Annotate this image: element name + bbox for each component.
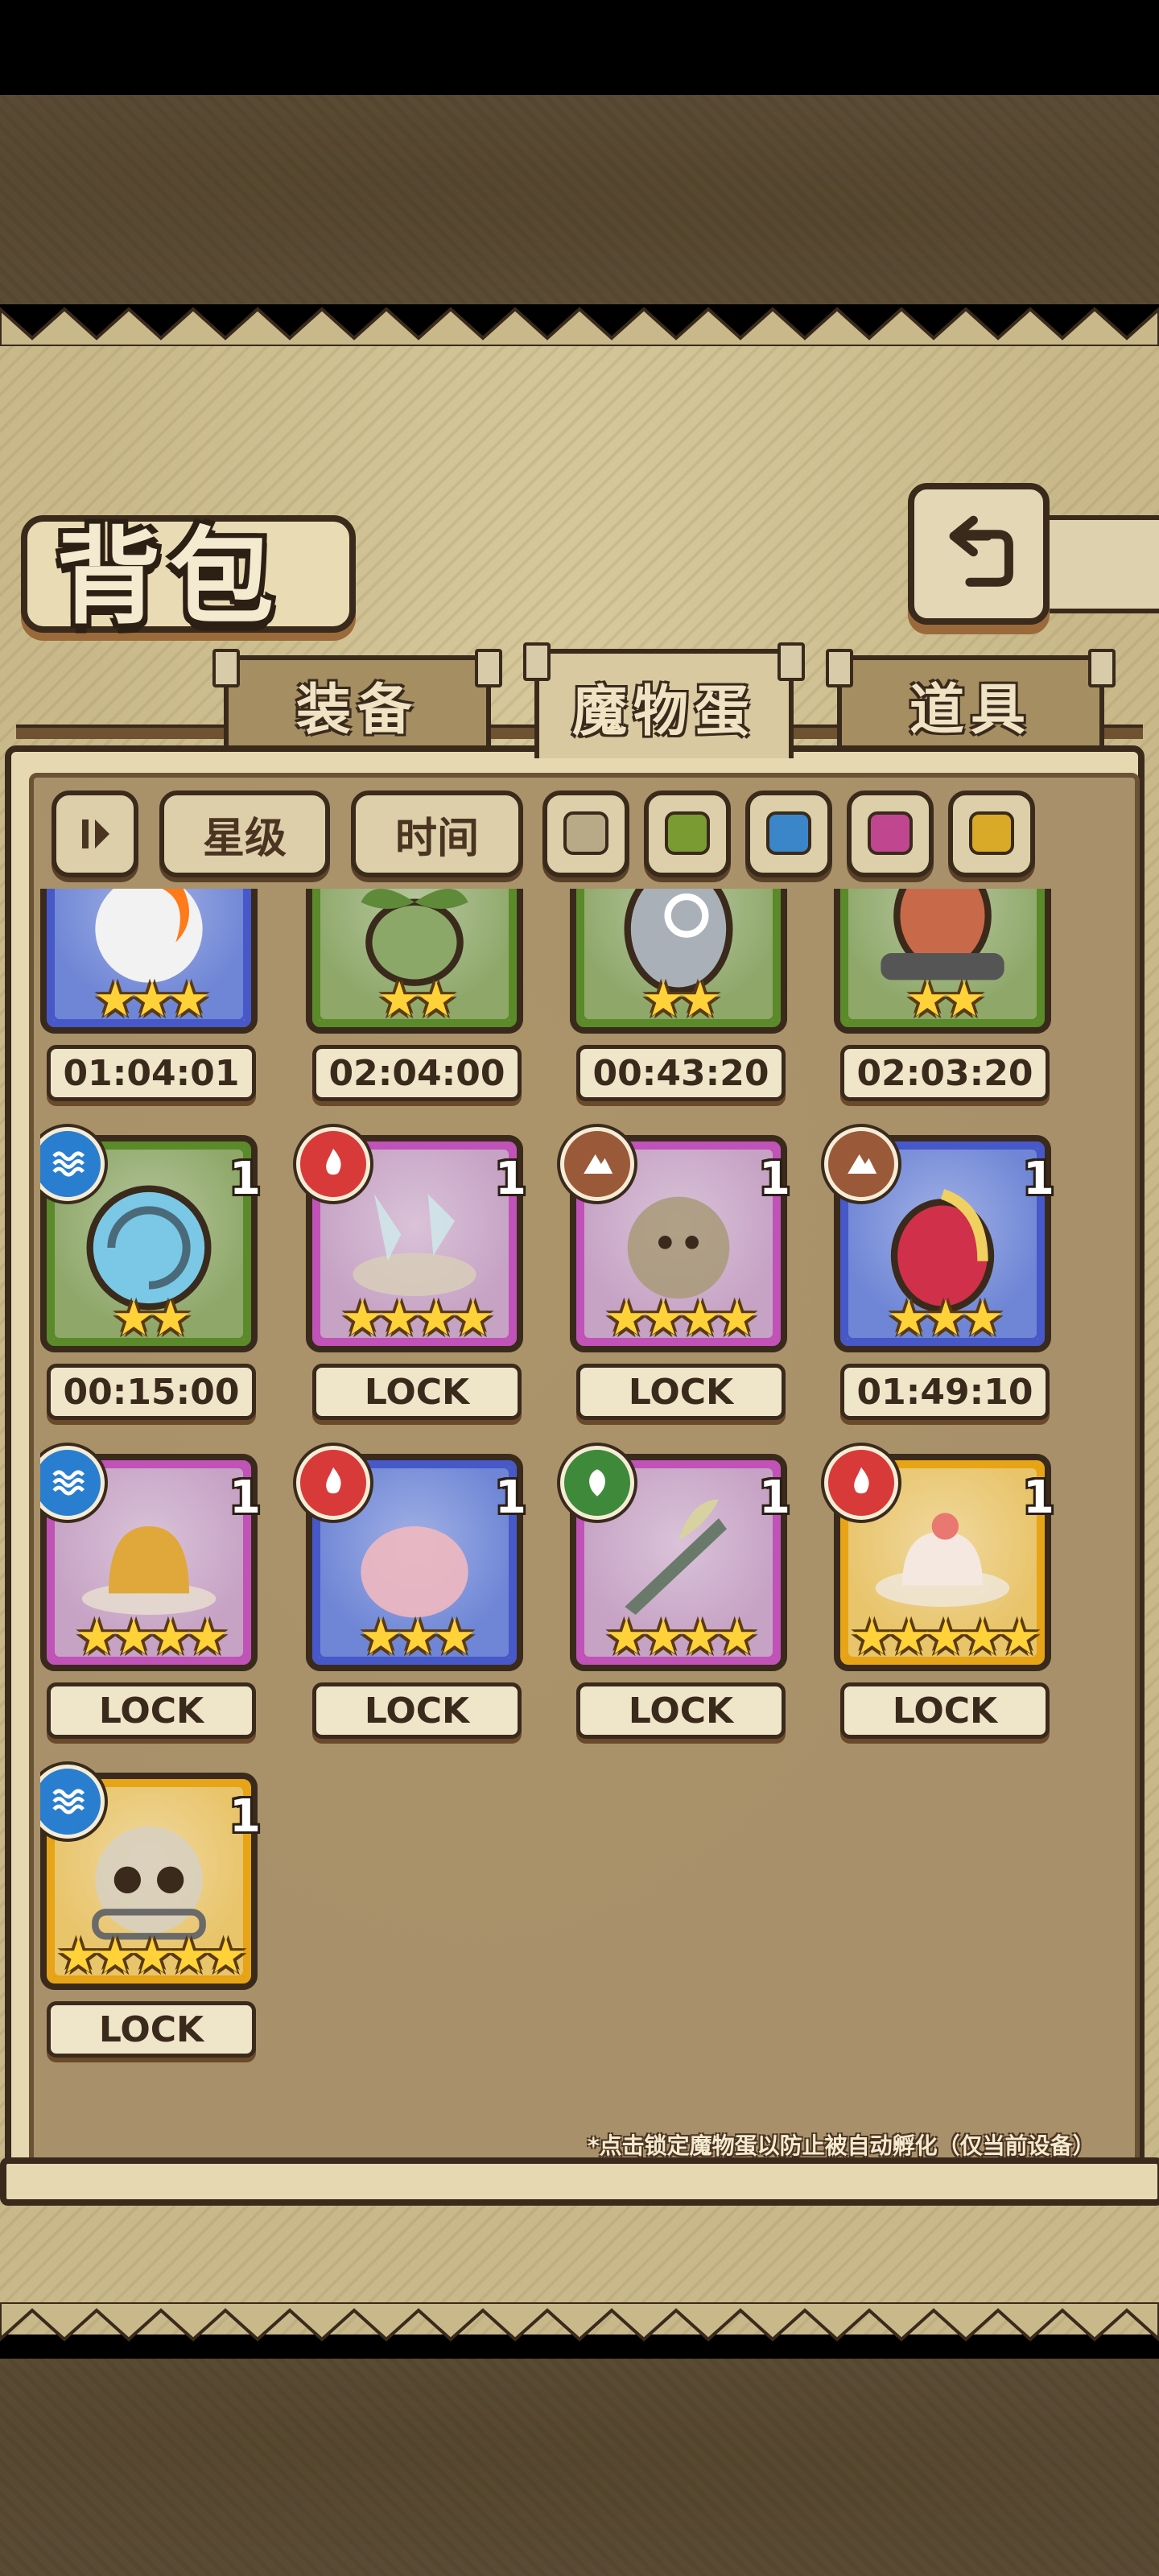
lock-label[interactable]: LOCK xyxy=(840,1682,1050,1739)
lock-label[interactable]: LOCK xyxy=(576,1364,786,1420)
lock-label[interactable]: LOCK xyxy=(47,2001,256,2058)
egg-card[interactable]: 1 ★★★ LOCK xyxy=(296,1446,547,1744)
sort-toggle-icon xyxy=(82,819,109,848)
egg-card[interactable]: 1 ★★★ 01:49:10 xyxy=(824,1127,1075,1425)
filter-time-label: 时间 xyxy=(394,814,479,863)
egg-card[interactable]: ★★★ 01:04:01 xyxy=(40,889,282,1106)
egg-card[interactable]: 1 ★★★★ LOCK xyxy=(40,1446,282,1744)
star-rating: ★★★★ xyxy=(604,1609,758,1666)
star-rating: ★★ xyxy=(905,972,986,1028)
lock-label[interactable]: LOCK xyxy=(312,1682,522,1739)
hatch-timer[interactable]: 02:04:00 xyxy=(312,1045,522,1101)
egg-count: 1 xyxy=(229,1472,261,1524)
hatch-timer[interactable]: 00:43:20 xyxy=(576,1045,786,1101)
filter-color-gold[interactable] xyxy=(948,791,1035,877)
egg-count: 1 xyxy=(1023,1153,1054,1205)
filter-stars-label: 星级 xyxy=(202,814,287,863)
lock-label[interactable]: LOCK xyxy=(312,1364,522,1420)
tab-label: 装备 xyxy=(295,678,419,742)
egg-grid: ★★★ 01:04:01 1 ★★ 02:04:00 1 ★★ 00:43:20 1 ★★ 02:0… xyxy=(40,889,1127,2161)
star-rating: ★★★ xyxy=(887,1290,1004,1347)
lock-label[interactable]: LOCK xyxy=(47,1682,256,1739)
filter-color-gray[interactable] xyxy=(542,791,629,877)
star-rating: ★★★★ xyxy=(340,1290,494,1347)
star-rating: ★★★ xyxy=(359,1609,476,1666)
lock-label[interactable]: LOCK xyxy=(576,1682,786,1739)
tab-post xyxy=(777,642,805,681)
hatch-timer[interactable]: 02:03:20 xyxy=(840,1045,1050,1101)
fire-element-icon xyxy=(296,1127,370,1201)
tab-items[interactable]: 道具 xyxy=(826,649,1116,749)
tab-label: 道具 xyxy=(909,678,1032,742)
tab-post xyxy=(212,649,240,687)
egg-count: 1 xyxy=(229,1153,261,1205)
egg-card[interactable]: 1 ★★★★ LOCK xyxy=(296,1127,547,1425)
map-background-top xyxy=(0,95,1159,304)
panel-bottom-rail xyxy=(0,2157,1159,2206)
map-background-bottom xyxy=(0,2359,1159,2576)
page-title: 背包 xyxy=(56,516,283,638)
lock-hint-note: *点击锁定魔物蛋以防止被自动孵化（仅当前设备） xyxy=(588,2132,1095,2159)
star-rating: ★★★ xyxy=(93,972,210,1028)
earth-element-icon xyxy=(824,1127,898,1201)
egg-count: 1 xyxy=(759,1472,790,1524)
star-rating: ★★★★★ xyxy=(56,1928,248,1984)
star-rating: ★★★★ xyxy=(75,1609,229,1666)
star-rating: ★★ xyxy=(112,1290,192,1347)
egg-card[interactable]: 1★★02:04:00 xyxy=(306,889,547,1106)
star-rating: ★★ xyxy=(641,972,722,1028)
hatch-timer[interactable]: 00:15:00 xyxy=(47,1364,256,1420)
color-swatch xyxy=(868,811,913,855)
egg-card[interactable]: 1 ★★★★★ LOCK xyxy=(824,1446,1075,1744)
egg-count: 1 xyxy=(229,1790,261,1843)
filter-color-blue[interactable] xyxy=(745,791,832,877)
star-rating: ★★★★★ xyxy=(850,1609,1041,1666)
tab-post xyxy=(475,649,502,687)
filter-time-button[interactable]: 时间 xyxy=(351,791,523,877)
egg-card[interactable]: 1 ★★ 00:15:00 xyxy=(40,1127,282,1425)
back-button[interactable] xyxy=(908,483,1050,625)
egg-card[interactable]: 1★★02:03:20 xyxy=(834,889,1075,1106)
color-swatch xyxy=(969,811,1014,855)
nature-element-icon xyxy=(560,1446,634,1520)
filter-color-purple[interactable] xyxy=(847,791,934,877)
egg-count: 1 xyxy=(1023,1472,1054,1524)
sort-toggle-button[interactable] xyxy=(52,791,138,877)
hatch-timer[interactable]: 01:49:10 xyxy=(840,1364,1050,1420)
color-swatch xyxy=(563,811,608,855)
fire-element-icon xyxy=(296,1446,370,1520)
tab-post xyxy=(523,642,551,681)
egg-card[interactable]: 1 ★★★★★ LOCK xyxy=(40,1765,282,2062)
star-rating: ★★★★ xyxy=(604,1290,758,1347)
tab-label: 魔物蛋 xyxy=(571,679,756,744)
color-swatch xyxy=(766,811,811,855)
egg-count: 1 xyxy=(495,1153,526,1205)
zigzag-border-top xyxy=(0,307,1159,346)
hatch-timer[interactable]: 01:04:01 xyxy=(47,1045,256,1101)
filter-color-green[interactable] xyxy=(644,791,731,877)
tab-monster-eggs[interactable]: 魔物蛋 xyxy=(523,642,805,758)
back-arrow-icon xyxy=(949,515,1013,587)
color-swatch xyxy=(665,811,710,855)
egg-card[interactable]: 1★★00:43:20 xyxy=(570,889,811,1106)
tab-post xyxy=(826,649,853,687)
star-rating: ★★ xyxy=(377,972,458,1028)
fire-element-icon xyxy=(824,1446,898,1520)
earth-element-icon xyxy=(560,1127,634,1201)
tab-equipment[interactable]: 装备 xyxy=(212,649,502,749)
egg-card[interactable]: 1 ★★★★ LOCK xyxy=(560,1446,811,1744)
egg-card[interactable]: 1 ★★★★ LOCK xyxy=(560,1127,811,1425)
status-bar-area xyxy=(0,0,1159,95)
tab-post xyxy=(1088,649,1116,687)
egg-count: 1 xyxy=(759,1153,790,1205)
zigzag-border-bottom xyxy=(0,2302,1159,2342)
filter-stars-button[interactable]: 星级 xyxy=(159,791,330,877)
egg-count: 1 xyxy=(495,1472,526,1524)
